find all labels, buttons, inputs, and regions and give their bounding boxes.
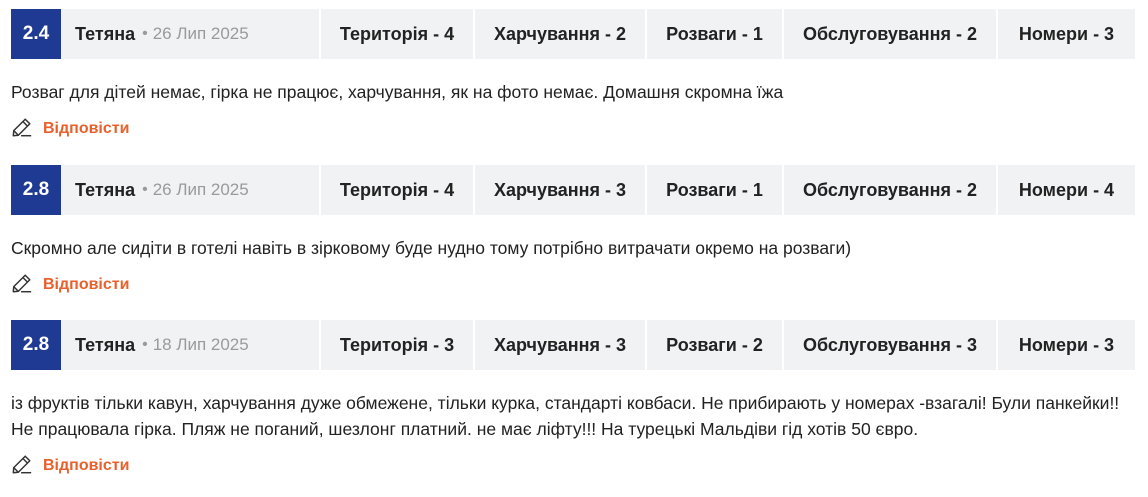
author-name: Тетяна — [75, 23, 136, 44]
rating-entertainment: Розваги - 1 — [647, 9, 782, 59]
reply-link[interactable]: Відповісти — [43, 457, 129, 475]
separator-dot: • — [142, 336, 148, 353]
rating-score: 2.8 — [11, 165, 61, 215]
reply-button[interactable]: Відповісти — [11, 454, 1137, 478]
review-card: 2.8 Тетяна • 26 Лип 2025 Територія - 4 Х… — [11, 165, 1137, 297]
rating-territory: Територія - 3 — [321, 320, 473, 370]
rating-service: Обслуговування - 2 — [784, 165, 996, 215]
review-date: 26 Лип 2025 — [152, 180, 249, 199]
rating-rooms: Номери - 3 — [998, 9, 1135, 59]
review-text: Скромно але сидіти в готелі навіть в зір… — [11, 238, 852, 258]
separator-dot: • — [142, 181, 148, 198]
author-name: Тетяна — [75, 179, 136, 200]
reply-link[interactable]: Відповісти — [43, 120, 129, 138]
review-text: Розваг для дітей немає, гірка не працює,… — [11, 82, 784, 102]
rating-entertainment: Розваги - 2 — [647, 320, 782, 370]
reply-button[interactable]: Відповісти — [11, 117, 1137, 141]
rating-score: 2.8 — [11, 320, 61, 370]
review-header: 2.4 Тетяна • 26 Лип 2025 Територія - 4 Х… — [11, 9, 1137, 59]
rating-service: Обслуговування - 3 — [784, 320, 996, 370]
review-header: 2.8 Тетяна • 18 Лип 2025 Територія - 3 Х… — [11, 320, 1137, 370]
author-name: Тетяна — [75, 334, 136, 355]
review-date: 18 Лип 2025 — [152, 335, 249, 354]
pencil-icon — [11, 116, 33, 143]
reply-button[interactable]: Відповісти — [11, 273, 1137, 297]
separator-dot: • — [142, 25, 148, 42]
author-info: Тетяна • 26 Лип 2025 — [61, 9, 319, 59]
rating-entertainment: Розваги - 1 — [647, 165, 782, 215]
pencil-icon — [11, 272, 33, 299]
review-card: 2.4 Тетяна • 26 Лип 2025 Територія - 4 Х… — [11, 9, 1137, 141]
rating-food: Харчування - 3 — [475, 165, 645, 215]
review-card: 2.8 Тетяна • 18 Лип 2025 Територія - 3 Х… — [11, 320, 1137, 478]
review-text: із фруктів тільки кавун, харчування дуже… — [11, 393, 1120, 439]
author-info: Тетяна • 26 Лип 2025 — [61, 165, 319, 215]
rating-territory: Територія - 4 — [321, 9, 473, 59]
review-header: 2.8 Тетяна • 26 Лип 2025 Територія - 4 Х… — [11, 165, 1137, 215]
rating-rooms: Номери - 3 — [998, 320, 1135, 370]
rating-score: 2.4 — [11, 9, 61, 59]
rating-food: Харчування - 3 — [475, 320, 645, 370]
rating-territory: Територія - 4 — [321, 165, 473, 215]
pencil-icon — [11, 453, 33, 480]
rating-rooms: Номери - 4 — [998, 165, 1135, 215]
review-date: 26 Лип 2025 — [152, 24, 249, 43]
reply-link[interactable]: Відповісти — [43, 276, 129, 294]
author-info: Тетяна • 18 Лип 2025 — [61, 320, 319, 370]
rating-food: Харчування - 2 — [475, 9, 645, 59]
rating-service: Обслуговування - 2 — [784, 9, 996, 59]
